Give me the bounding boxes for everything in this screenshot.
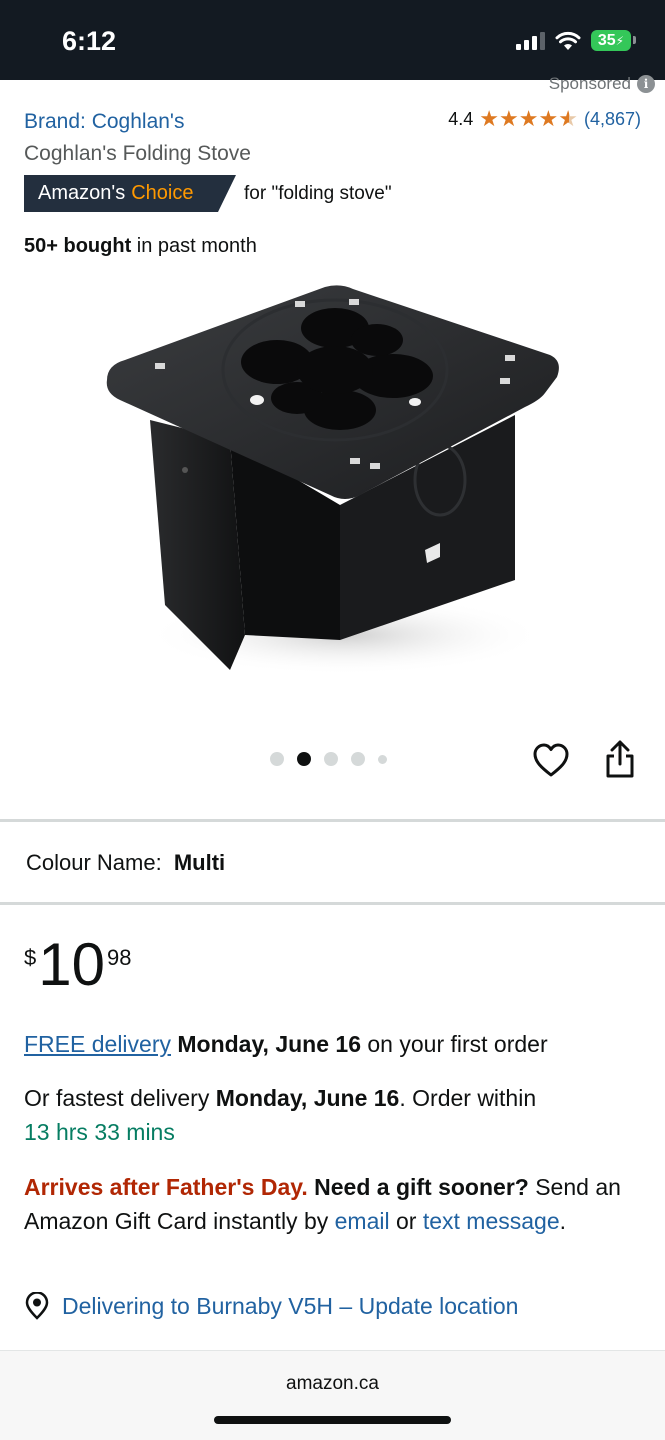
gift-notice: Arrives after Father's Day. Need a gift …: [24, 1170, 644, 1238]
colour-label: Colour Name:: [26, 850, 162, 875]
choice-prefix: Amazon's: [38, 182, 126, 204]
star-icon: ★: [499, 106, 519, 131]
share-icon[interactable]: [604, 739, 636, 779]
star-icon: ★: [538, 106, 559, 131]
rating-summary[interactable]: 4.4 ★ ★ ★ ★ ★ (4,867): [448, 108, 641, 130]
browser-bottom-bar: [0, 1350, 665, 1440]
bought-rest: in past month: [131, 235, 257, 257]
choice-highlight: Choice: [131, 182, 194, 204]
rating-value: 4.4: [448, 108, 474, 129]
email-link[interactable]: email: [335, 1208, 390, 1234]
status-icons: 35 ⚡: [516, 30, 636, 51]
gift-question: Need a gift sooner?: [314, 1174, 529, 1200]
sponsored-label[interactable]: Sponsored i: [549, 74, 655, 94]
colour-value: Multi: [173, 850, 226, 875]
section-divider: [0, 902, 665, 905]
browser-url[interactable]: amazon.ca: [0, 1373, 665, 1395]
carousel-dot[interactable]: [270, 752, 284, 766]
location-label: Delivering to Burnaby V5H – Update locat…: [62, 1292, 519, 1319]
status-time: 6:12: [62, 26, 117, 56]
bought-count: 50+ bought in past month: [24, 235, 257, 258]
signal-icon: [516, 31, 545, 50]
price-symbol: $: [24, 945, 37, 970]
delivery-location[interactable]: Delivering to Burnaby V5H – Update locat…: [24, 1292, 518, 1320]
brand-link[interactable]: Brand: Coghlan's: [24, 110, 184, 134]
star-icon: ★: [518, 106, 539, 131]
price-fraction: 98: [107, 945, 132, 970]
location-pin-icon: [25, 1292, 49, 1320]
star-icon: ★: [479, 106, 500, 131]
fastest-delivery-line: Or fastest delivery Monday, June 16. Ord…: [24, 1081, 644, 1149]
section-divider: [0, 819, 665, 822]
order-countdown: 13 hrs 33 mins: [24, 1119, 175, 1145]
status-bar: 6:12 35 ⚡: [0, 0, 665, 80]
amazons-choice-badge: Amazon's Choice: [24, 175, 236, 212]
order-within: . Order within: [399, 1085, 537, 1111]
battery-level: 35: [597, 31, 616, 49]
image-carousel-dots[interactable]: [270, 752, 387, 766]
sponsored-text: Sponsored: [548, 74, 631, 93]
delivery-suffix: on your first order: [361, 1031, 548, 1057]
info-icon[interactable]: i: [637, 75, 655, 93]
product-image[interactable]: [95, 275, 570, 695]
fastest-date: Monday, June 16: [215, 1085, 400, 1111]
heart-icon[interactable]: [532, 742, 570, 778]
gift-text-2: or: [389, 1208, 423, 1234]
free-delivery-link[interactable]: FREE delivery: [24, 1031, 171, 1057]
choice-keyword: for "folding stove": [244, 182, 392, 204]
free-delivery-line: FREE delivery Monday, June 16 on your fi…: [24, 1027, 644, 1061]
product-title: Coghlan's Folding Stove: [24, 142, 251, 165]
bought-bold: 50+ bought: [24, 235, 132, 257]
home-indicator[interactable]: [214, 1416, 451, 1424]
gift-warning: Arrives after Father's Day.: [24, 1174, 308, 1200]
amazons-choice-row: Amazon's Choice for "folding stove": [24, 175, 392, 212]
gift-text-3: .: [559, 1208, 567, 1234]
carousel-dot[interactable]: [351, 752, 365, 766]
battery-icon: 35 ⚡: [591, 30, 636, 51]
fastest-prefix: Or fastest delivery: [24, 1085, 216, 1111]
delivery-date: Monday, June 16: [177, 1031, 361, 1057]
half-star-icon: ★: [558, 106, 578, 131]
colour-selector[interactable]: Colour Name: Multi: [26, 850, 225, 876]
text-message-link[interactable]: text message: [423, 1208, 560, 1234]
price: $ 10 98: [24, 935, 131, 995]
carousel-dot-active[interactable]: [297, 752, 311, 766]
star-rating: ★ ★ ★ ★ ★: [479, 108, 578, 130]
rating-count-link[interactable]: (4,867): [584, 109, 641, 130]
price-whole: 10: [38, 931, 105, 998]
carousel-dot[interactable]: [378, 754, 387, 764]
carousel-dot[interactable]: [324, 752, 338, 766]
wifi-icon: [555, 31, 581, 50]
